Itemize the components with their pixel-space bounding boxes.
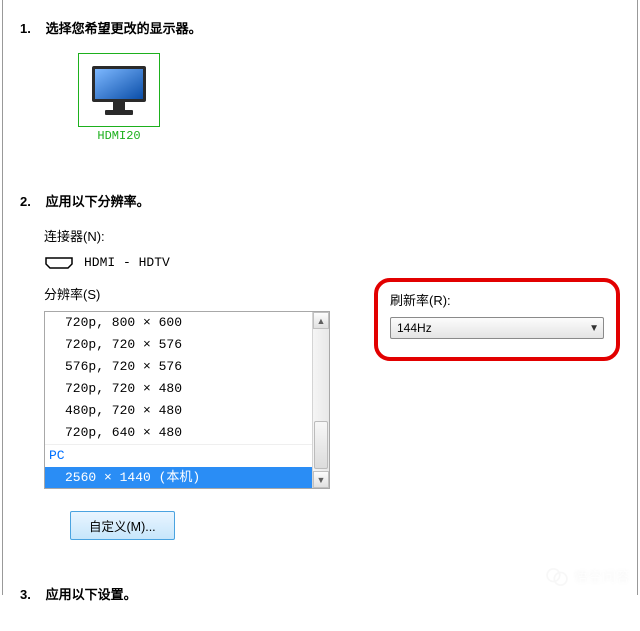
list-item[interactable]: 720p, 800 × 600 xyxy=(45,312,312,334)
scroll-down-button[interactable]: ▼ xyxy=(313,471,329,488)
list-item[interactable]: 576p, 720 × 576 xyxy=(45,356,312,378)
scroll-thumb[interactable] xyxy=(314,421,328,469)
list-item[interactable]: 480p, 720 × 480 xyxy=(45,400,312,422)
watermark-icon xyxy=(546,568,568,586)
list-item-selected[interactable]: 2560 × 1440 (本机) xyxy=(45,467,312,489)
list-item[interactable]: 720p, 640 × 480 xyxy=(45,422,312,444)
watermark: 悟空问答 xyxy=(546,567,630,587)
chevron-down-icon: ▼ xyxy=(589,323,599,334)
refresh-label: 刷新率(R): xyxy=(390,290,604,309)
list-item[interactable]: 720p, 720 × 480 xyxy=(45,378,312,400)
refresh-rate-highlight: 刷新率(R): 144Hz ▼ xyxy=(374,278,620,361)
list-group-pc: PC xyxy=(45,444,312,467)
resolution-listbox[interactable]: 720p, 800 × 600 720p, 720 × 576 576p, 72… xyxy=(44,311,330,489)
watermark-text: 悟空问答 xyxy=(574,567,630,587)
list-item[interactable]: 720p, 720 × 576 xyxy=(45,334,312,356)
scroll-up-button[interactable]: ▲ xyxy=(313,312,329,329)
scrollbar[interactable]: ▲ ▼ xyxy=(312,312,329,488)
scroll-track[interactable] xyxy=(313,329,329,471)
refresh-rate-combo[interactable]: 144Hz ▼ xyxy=(390,317,604,339)
refresh-rate-value: 144Hz xyxy=(397,321,432,335)
